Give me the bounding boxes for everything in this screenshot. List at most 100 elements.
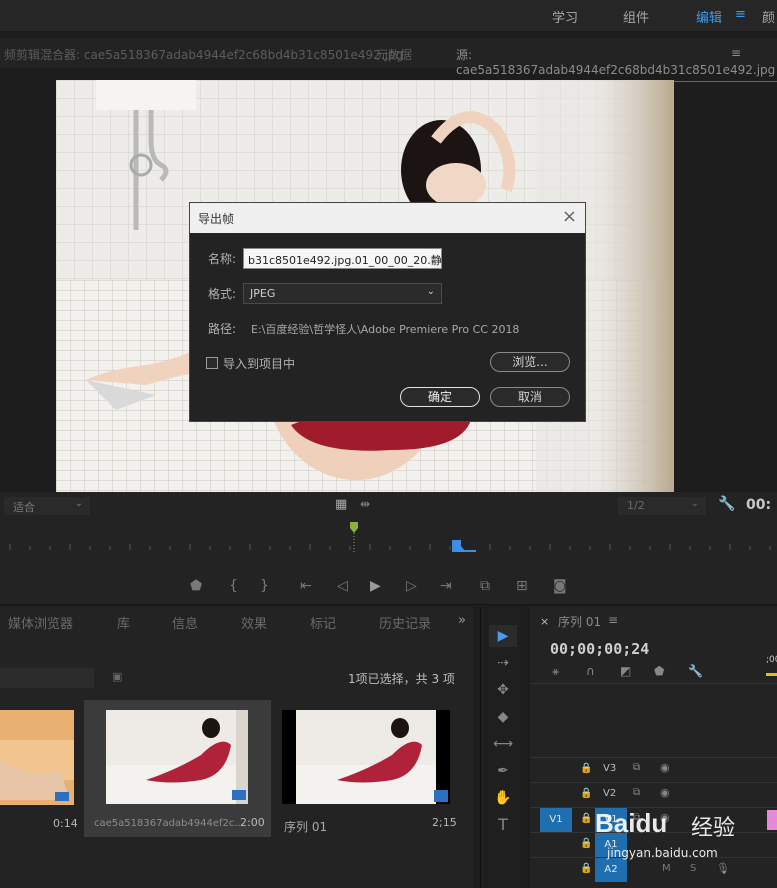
add-marker-icon[interactable]: ⬟ (654, 664, 664, 678)
item-duration: 2;15 (432, 816, 457, 829)
export-frame-dialog: 导出帧 × 名称: b31c8501e492.jpg.01_00_00_20.静… (190, 203, 585, 421)
track-v3: 🔒 V3 ⧉ ◉ (530, 757, 777, 781)
tab-media-browser[interactable]: 媒体浏览器 (8, 613, 73, 632)
type-tool-icon[interactable]: T (489, 814, 517, 836)
lock-icon[interactable]: 🔒 (580, 788, 592, 799)
timeline-timecode[interactable]: 00;00;00;24 (550, 640, 649, 658)
lock-icon[interactable]: 🔒 (580, 813, 592, 824)
resolution-value: 1/2 (627, 499, 645, 512)
mark-in-icon[interactable]: { (229, 578, 238, 594)
thumbnail-image (0, 710, 74, 805)
nest-icon[interactable]: ⚹ (552, 664, 559, 679)
workspace-edit[interactable]: 编辑 (696, 7, 722, 26)
fit-select[interactable]: 适合 ⌄ (4, 497, 90, 515)
item-name: 序列 01 (284, 820, 328, 834)
track-name: V2 (603, 788, 617, 799)
tools-panel: ▶ ⇢ ✥ ◆ ⟷ ✒ ✋ T (480, 607, 527, 888)
close-icon[interactable]: × (562, 206, 577, 227)
tab-libraries[interactable]: 库 (117, 613, 130, 632)
sequence-tab[interactable]: 序列 01 (558, 613, 601, 630)
export-frame-camera-icon[interactable]: ◙ (553, 578, 567, 594)
play-icon[interactable]: ▶ (370, 578, 381, 594)
ripple-edit-tool-icon[interactable]: ✥ (489, 679, 517, 701)
path-value: E:\百度经验\哲学怪人\Adobe Premiere Pro CC 2018 (251, 323, 520, 336)
chevron-down-icon: ⌄ (426, 286, 435, 297)
path-label: 路径: (208, 322, 237, 336)
list-item-selected[interactable]: cae5a518367adab4944ef2c... 2:00 (84, 700, 271, 837)
workspace-edit-menu-icon[interactable]: ≡ (735, 7, 746, 22)
thumbnail-image (282, 710, 450, 804)
track-name: V3 (603, 763, 617, 774)
list-item[interactable]: 0:14 (0, 710, 74, 805)
playhead-icon (452, 540, 465, 551)
pen-tool-icon[interactable]: ✒ (489, 760, 517, 782)
eye-icon[interactable]: ◉ (660, 761, 670, 774)
thumbnail-image (106, 710, 248, 804)
search-input[interactable] (0, 668, 94, 688)
work-area-bar[interactable] (766, 673, 777, 676)
cancel-button[interactable]: 取消 (490, 387, 570, 407)
format-value: JPEG (250, 287, 276, 300)
workspace-color[interactable]: 颜 (762, 7, 775, 26)
go-to-out-icon[interactable]: ⇥ (440, 578, 452, 594)
tab-metadata[interactable]: 元数据 (376, 46, 412, 63)
workspace-assembly[interactable]: 组件 (623, 7, 649, 26)
filmstrip-icon[interactable]: ▦ (335, 497, 347, 512)
name-label: 名称: (208, 252, 237, 266)
hand-tool-icon[interactable]: ✋ (489, 787, 517, 809)
list-item[interactable]: 序列 01 2;15 (272, 700, 460, 837)
sync-lock-icon[interactable]: ⧉ (633, 762, 640, 773)
step-back-icon[interactable]: ◁ (337, 578, 348, 594)
lock-icon[interactable]: 🔒 (580, 863, 592, 874)
close-icon[interactable]: × (540, 615, 549, 628)
tab-history[interactable]: 历史记录 (379, 613, 431, 632)
source-panel-header: 频剪辑混合器: cae5a518367adab4944ef2c68bd4b31c… (0, 38, 777, 82)
slip-tool-icon[interactable]: ⟷ (489, 733, 517, 755)
tab-info[interactable]: 信息 (172, 613, 198, 632)
insert-icon[interactable]: ⧉ (480, 578, 490, 594)
mark-out-icon[interactable]: } (260, 578, 269, 594)
drag-video-icon[interactable]: ⇹ (360, 497, 370, 511)
name-field[interactable]: b31c8501e492.jpg.01_00_00_20.静止001 (243, 248, 442, 269)
selection-tool-icon[interactable]: ▶ (489, 625, 517, 647)
format-label: 格式: (208, 287, 237, 301)
overwrite-icon[interactable]: ⊞ (516, 578, 528, 594)
wrench-icon[interactable]: 🔧 (718, 496, 735, 512)
workspace-bar: 学习 组件 编辑 ≡ 颜 (0, 0, 777, 32)
sync-lock-icon[interactable]: ⧉ (633, 787, 640, 798)
linked-selection-icon[interactable]: ◩ (620, 664, 631, 678)
watermark-brand: Baidu (595, 808, 668, 838)
import-checkbox[interactable] (206, 357, 218, 369)
wrench-icon[interactable]: 🔧 (688, 664, 703, 678)
source-control-bar: 适合 ⌄ ▦ ⇹ 1/2 ⌄ 🔧 00: (0, 492, 777, 522)
source-time-ruler[interactable] (0, 522, 777, 567)
panel-menu-icon[interactable]: ≡ (608, 613, 618, 627)
tab-markers[interactable]: 标记 (310, 613, 336, 632)
snap-icon[interactable]: ∩ (586, 664, 595, 678)
track-select-tool-icon[interactable]: ⇢ (489, 652, 517, 674)
resolution-select[interactable]: 1/2 ⌄ (618, 497, 706, 515)
tab-effects[interactable]: 效果 (241, 613, 267, 632)
dialog-title-bar: 导出帧 (190, 203, 585, 233)
panel-menu-icon[interactable]: ≡ (731, 46, 741, 60)
format-select[interactable]: JPEG ⌄ (243, 283, 442, 304)
tab-source[interactable]: 源: cae5a518367adab4944ef2c68bd4b31c8501e… (456, 46, 777, 82)
add-marker-icon[interactable]: ⬟ (190, 578, 202, 594)
source-patch-v1[interactable]: V1 (540, 808, 572, 832)
new-bin-icon[interactable]: ▣ (112, 670, 122, 683)
lock-icon[interactable]: 🔒 (580, 838, 592, 849)
more-tabs-icon[interactable]: » (458, 613, 466, 628)
go-to-in-icon[interactable]: ⇤ (300, 578, 312, 594)
eye-icon[interactable]: ◉ (660, 786, 670, 799)
ok-button[interactable]: 确定 (400, 387, 480, 407)
browse-button[interactable]: 浏览... (490, 352, 570, 372)
razor-tool-icon[interactable]: ◆ (489, 706, 517, 728)
transport-controls: ⬟ { } ⇤ ◁ ▶ ▷ ⇥ ⧉ ⊞ ◙ (0, 567, 777, 605)
workspace-learn[interactable]: 学习 (552, 7, 578, 26)
chevron-down-icon: ⌄ (690, 498, 699, 509)
chevron-down-icon: ⌄ (74, 498, 83, 509)
lock-icon[interactable]: 🔒 (580, 763, 592, 774)
step-forward-icon[interactable]: ▷ (406, 578, 417, 594)
tab-audio-clip-mixer[interactable]: 频剪辑混合器: cae5a518367adab4944ef2c68bd4b31c… (4, 46, 403, 63)
fit-value: 适合 (13, 501, 35, 514)
